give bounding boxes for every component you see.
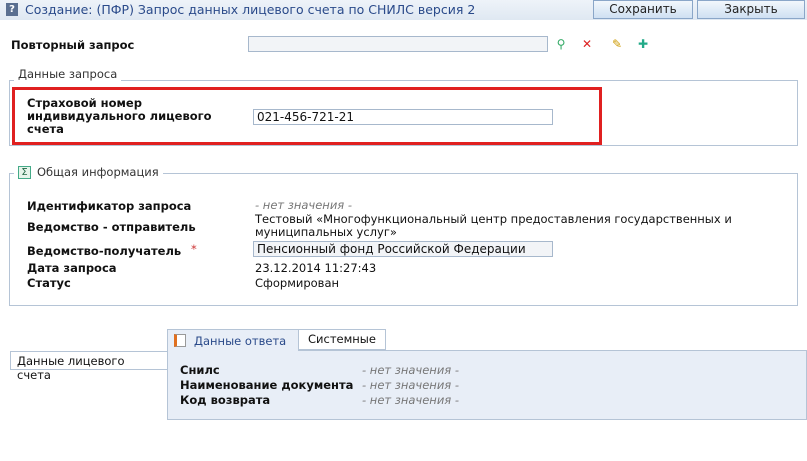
help-icon[interactable]: ? — [6, 3, 18, 16]
repeat-request-input[interactable] — [248, 36, 548, 52]
document-icon — [174, 334, 186, 347]
date-label: Дата запроса — [27, 261, 117, 275]
search-icon[interactable]: ⚲ — [554, 37, 568, 51]
tab-system[interactable]: Системные — [298, 329, 386, 350]
snils-label: Страховой номер индивидуального лицевого… — [27, 96, 212, 136]
snils-result-value: - нет значения - — [362, 363, 460, 377]
edit-icon[interactable]: ✎ — [610, 37, 624, 51]
request-id-value: - нет значения - — [255, 198, 353, 212]
repeat-request-label: Повторный запрос — [11, 38, 135, 52]
clear-icon[interactable]: ✕ — [580, 37, 594, 51]
general-info-legend: Σ Общая информация — [14, 165, 163, 179]
request-id-label: Идентификатор запроса — [27, 199, 192, 213]
date-value: 23.12.2014 11:27:43 — [255, 261, 377, 275]
tab-response-data-label: Данные ответа — [194, 333, 287, 348]
recipient-label: Ведомство-получатель — [27, 244, 182, 258]
save-button[interactable]: Сохранить — [593, 0, 693, 19]
document-name-label: Наименование документа — [180, 378, 354, 392]
general-info-title: Общая информация — [37, 165, 159, 179]
status-value: Сформирован — [255, 276, 340, 290]
general-info-section — [9, 173, 798, 306]
sender-value: Тестовый «Многофункциональный центр пред… — [255, 212, 732, 239]
request-data-legend: Данные запроса — [14, 67, 122, 81]
document-name-value: - нет значения - — [362, 378, 460, 392]
return-code-value: - нет значения - — [362, 393, 460, 407]
recipient-field[interactable]: Пенсионный фонд Российской Федерации — [253, 241, 553, 257]
status-label: Статус — [27, 276, 71, 290]
add-icon[interactable]: ✚ — [636, 37, 650, 51]
account-data-label: Данные лицевого счета — [10, 351, 168, 382]
snils-input[interactable]: 021-456-721-21 — [253, 109, 553, 125]
required-marker: * — [191, 242, 197, 256]
snils-result-label: Снилс — [180, 363, 220, 377]
sigma-icon[interactable]: Σ — [18, 165, 31, 179]
close-button[interactable]: Закрыть — [697, 0, 805, 19]
return-code-label: Код возврата — [180, 393, 271, 407]
sender-label: Ведомство - отправитель — [27, 220, 196, 234]
page-title: Создание: (ПФР) Запрос данных лицевого с… — [25, 2, 476, 17]
tab-response-data[interactable]: Данные ответа — [167, 329, 299, 351]
